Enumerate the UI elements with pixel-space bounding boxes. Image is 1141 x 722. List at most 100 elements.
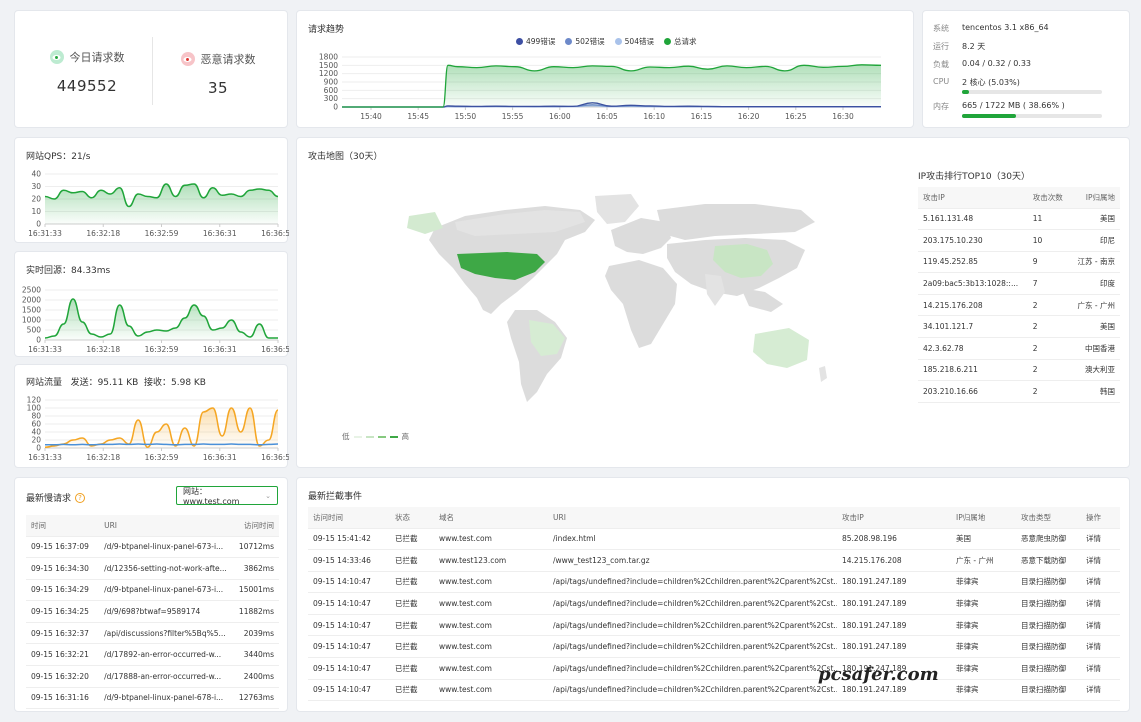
attack-map-title: 攻击地图（30天） [308, 152, 383, 162]
slow-header-row: 时间 URI 访问时间 [26, 515, 279, 537]
details-link[interactable]: 详情 [1081, 679, 1120, 702]
table-cell: www.test.com [434, 679, 548, 702]
series-line [44, 443, 279, 446]
table-cell: 09-15 16:34:30 [26, 557, 100, 580]
table-cell: 目录扫描防御 [1016, 614, 1081, 637]
table-row[interactable]: 09-15 15:41:42 已拦截 www.test.com/index.html… [308, 528, 1120, 551]
table-cell: 09-15 14:10:47 [308, 635, 390, 659]
table-row[interactable]: 09-15 16:32:21/d/17892-an-error-occurred… [26, 643, 279, 667]
table-row[interactable]: 14.215.176.208 2 广东 - 广州 [918, 294, 1120, 317]
details-link[interactable]: 详情 [1081, 635, 1120, 659]
table-cell: 美国 [951, 528, 1016, 551]
table-cell: 菲律宾 [951, 679, 1016, 702]
table-row[interactable]: 09-15 16:37:09/d/9-btpanel-linux-panel-6… [26, 536, 279, 559]
table-row[interactable]: 09-15 16:31:16/d/9-btpanel-linux-panel-6… [26, 687, 279, 710]
greenland [595, 194, 639, 224]
y-tick-label: 30 [31, 182, 41, 191]
qps-chart: 0 10 20 30 40 16:31:33 16:32:18 16:32:59 16:36:3… [28, 170, 289, 239]
y-tick-label: 1800 [319, 53, 338, 62]
table-row[interactable]: 34.101.121.7 2 美国 [918, 315, 1120, 339]
slow-title: 最新慢请求 [26, 494, 72, 504]
table-header-cell: 操作 [1081, 507, 1120, 529]
table-row[interactable]: 42.3.62.78 2 中国香港 [918, 337, 1120, 360]
y-tick-label: 1200 [319, 69, 338, 78]
table-row[interactable]: 203.175.10.230 10 印尼 [918, 229, 1120, 252]
table-row[interactable]: 5.161.131.48 11 美国 [918, 208, 1120, 231]
mem-progress [962, 114, 1102, 118]
site-select[interactable]: 网站：www.test.com ⌄ [176, 486, 278, 506]
table-row[interactable]: 09-15 14:10:47 已拦截 www.test.com/api/tags/u… [308, 635, 1120, 659]
table-cell: 美国 [1069, 208, 1120, 231]
map-legend: 低 高 [342, 431, 409, 442]
table-row[interactable]: 203.210.16.66 2 韩国 [918, 380, 1120, 403]
table-cell: 14.215.176.208 [918, 294, 1028, 317]
table-cell: /api/tags/undefined?include=children%2Cc… [548, 614, 837, 637]
table-cell: 江苏 - 南京 [1069, 251, 1120, 274]
x-tick-label: 16:31:33 [28, 345, 62, 354]
table-row[interactable]: 09-15 14:10:47 已拦截 www.test.com/api/tags/u… [308, 679, 1120, 702]
table-cell: 中国香港 [1069, 337, 1120, 360]
legend-swatch-4 [389, 435, 398, 438]
details-link[interactable]: 详情 [1081, 614, 1120, 637]
table-cell: /api/tags/undefined?include=children%2Cc… [548, 571, 837, 594]
table-row[interactable]: 09-15 14:10:47 已拦截 www.test.com/api/tags/u… [308, 614, 1120, 637]
x-tick-label: 16:36:31 [203, 229, 237, 238]
table-cell: 180.191.247.189 [837, 571, 951, 594]
table-header-cell: URI [548, 507, 837, 529]
sysinfo-cpu: CPU 2 核心 (5.03%) [933, 77, 1020, 88]
legend-swatch-3 [377, 435, 386, 438]
table-row[interactable]: 119.45.252.85 9 江苏 - 南京 [918, 251, 1120, 274]
sysinfo-mem: 内存 665 / 1722 MB ( 38.66% ) [933, 101, 1065, 112]
table-cell: /api/tags/undefined?include=children%2Cc… [548, 679, 837, 702]
table-row[interactable]: 09-15 14:10:47 已拦截 www.test.com/api/tags/u… [308, 657, 1120, 680]
x-tick-label: 15:40 [360, 112, 382, 121]
today-requests-value: 449552 [56, 77, 118, 95]
y-tick-label: 20 [31, 195, 41, 204]
table-row[interactable]: 09-15 14:10:47 已拦截 www.test.com/api/tags/u… [308, 592, 1120, 615]
x-tick-label: 15:45 [407, 112, 429, 121]
table-row[interactable]: 09-15 16:34:29/d/9-btpanel-linux-panel-6… [26, 579, 279, 602]
cpu-value: 2 核心 (5.03%) [962, 78, 1020, 87]
table-cell: 已拦截 [390, 635, 434, 659]
table-row[interactable]: 09-15 14:33:46 已拦截 www.test123.com/www_tes… [308, 549, 1120, 572]
table-cell: 美国 [1069, 315, 1120, 339]
table-cell: /api/tags/undefined?include=children%2Cc… [548, 635, 837, 659]
table-row[interactable]: 09-15 16:32:37/api/discussions?filter%5B… [26, 622, 279, 645]
intercept-title: 最新拦截事件 [308, 492, 363, 502]
y-tick-label: 1500 [22, 306, 41, 315]
table-cell: /d/17892-an-error-occurred-w... [99, 643, 231, 667]
table-row[interactable]: 2a09:bac5:3b13:1028::... 7 印度 [918, 272, 1120, 295]
help-icon[interactable]: ? [75, 492, 86, 503]
table-row[interactable]: 09-15 16:34:30/d/12356-setting-not-work-… [26, 557, 279, 580]
table-cell: 5.161.131.48 [918, 208, 1028, 231]
table-header-cell: 攻击次数 [1027, 187, 1070, 209]
site-select-label: 网站：www.test.com [183, 486, 240, 506]
table-cell: 已拦截 [390, 528, 434, 551]
y-tick-label: 900 [324, 78, 339, 87]
table-row[interactable]: 185.218.6.211 2 澳大利亚 [918, 359, 1120, 382]
new-zealand [819, 366, 827, 382]
table-cell: 09-15 16:32:20 [26, 665, 100, 688]
intercept-header-row: 访问时间 状态 域名 URI 攻击IP IP归属地 攻击类型 操作 [308, 507, 1120, 529]
legend-swatch-1 [353, 435, 362, 438]
x-tick-label: 16:32:59 [145, 453, 179, 462]
table-row[interactable]: 09-15 16:34:25/d/9/698?btwaf=9589174 1188… [26, 600, 279, 623]
details-link[interactable]: 详情 [1081, 549, 1120, 572]
table-cell: 菲律宾 [951, 614, 1016, 637]
details-link[interactable]: 详情 [1081, 571, 1120, 594]
mem-progress-fill [962, 114, 1017, 118]
australia [753, 328, 809, 368]
table-row[interactable]: 09-15 14:10:47 已拦截 www.test.com/api/tags/u… [308, 571, 1120, 594]
details-link[interactable]: 详情 [1081, 657, 1120, 680]
table-cell: 15001ms [230, 579, 279, 602]
details-link[interactable]: 详情 [1081, 528, 1120, 551]
table-cell: 203.175.10.230 [918, 229, 1028, 252]
table-header-cell: 时间 [26, 515, 100, 537]
table-cell: 已拦截 [390, 657, 434, 680]
table-row[interactable]: 09-15 16:32:20/d/17888-an-error-occurred… [26, 665, 279, 688]
sysinfo-os: 系统 tencentos 3.1 x86_64 [933, 23, 1049, 34]
details-link[interactable]: 详情 [1081, 592, 1120, 615]
y-tick-label: 2000 [22, 296, 41, 305]
x-tick-label: 16:36:58 [261, 453, 289, 462]
malicious-requests-value: 35 [207, 79, 229, 97]
